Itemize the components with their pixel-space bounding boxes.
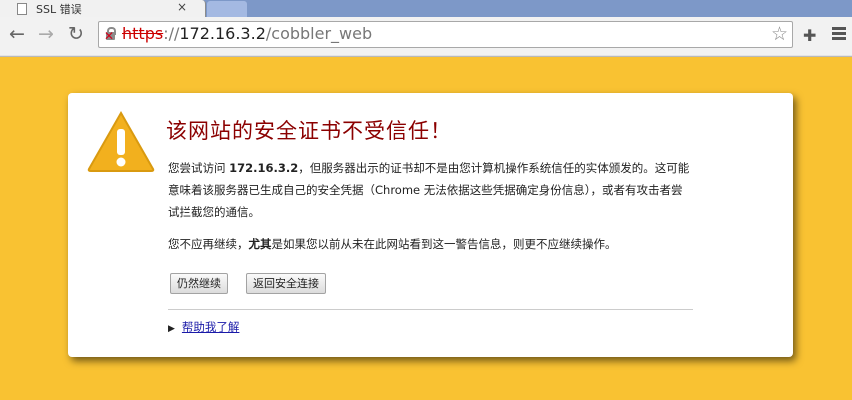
url-scheme: https (122, 24, 164, 43)
tab-title: SSL 错误 (36, 3, 82, 16)
extension-puzzle-icon[interactable]: ✚ (803, 26, 816, 45)
url-text[interactable]: https://172.16.3.2/cobbler_web (122, 24, 372, 43)
advice-intro: 您不应再继续， (168, 237, 249, 251)
help-me-understand-toggle[interactable]: ▶ 帮助我了解 (168, 319, 239, 335)
warning-icon (87, 111, 155, 172)
reload-icon[interactable]: ↻ (68, 24, 84, 44)
menu-icon[interactable] (832, 27, 846, 42)
back-icon[interactable]: ← (9, 24, 25, 44)
url-host: 172.16.3.2 (179, 24, 266, 43)
forward-icon[interactable]: → (38, 24, 54, 44)
explanation-intro: 您尝试访问 (168, 161, 230, 175)
back-to-safety-button[interactable]: 返回安全连接 (246, 273, 326, 294)
new-tab-button[interactable] (207, 1, 247, 17)
error-advice: 您不应再继续，尤其是如果您以前从未在此网站看到这一警告信息，则更不应继续操作。 (168, 233, 693, 255)
url-path: /cobbler_web (265, 24, 373, 43)
error-explanation: 您尝试访问 172.16.3.2，但服务器出示的证书却不是由您计算机操作系统信任… (168, 157, 693, 223)
broken-lock-icon[interactable]: ✕ (104, 27, 117, 43)
advice-detail: 是如果您以前从未在此网站看到这一警告信息，则更不应继续操作。 (271, 237, 617, 251)
toolbar: ← → ↻ ✕ https://172.16.3.2/cobbler_web ☆… (0, 17, 852, 55)
tab-close-icon[interactable]: × (177, 0, 187, 14)
expand-triangle-icon[interactable]: ▶ (168, 324, 175, 334)
interstitial-card: 该网站的安全证书不受信任！ 您尝试访问 172.16.3.2，但服务器出示的证书… (68, 93, 793, 357)
address-bar[interactable]: ✕ https://172.16.3.2/cobbler_web ☆ (98, 21, 793, 48)
tab-ssl-error[interactable]: SSL 错误 × (0, 0, 206, 17)
explanation-host: 172.16.3.2 (229, 161, 299, 175)
divider (168, 309, 693, 310)
browser-chrome: SSL 错误 × ← → ↻ ✕ https://172.16.3.2/cobb… (0, 0, 852, 57)
error-headline: 该网站的安全证书不受信任！ (166, 119, 452, 143)
proceed-anyway-button[interactable]: 仍然继续 (170, 273, 228, 294)
document-icon (17, 3, 27, 15)
bookmark-star-icon[interactable]: ☆ (771, 23, 788, 45)
tab-strip: SSL 错误 × (0, 0, 852, 17)
advice-emphasis: 尤其 (248, 237, 272, 251)
url-separator: :// (163, 24, 180, 43)
help-me-understand-link[interactable]: 帮助我了解 (182, 320, 240, 334)
